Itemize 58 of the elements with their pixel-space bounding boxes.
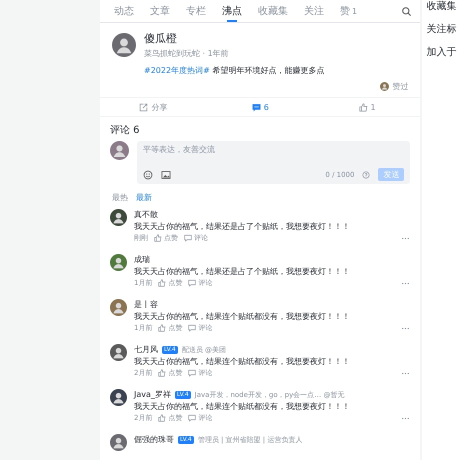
help-icon (362, 170, 370, 178)
commenter-name[interactable]: 七月风 (134, 344, 158, 355)
comment-button[interactable]: 6 (206, 98, 314, 116)
comment-text: 我天天占你的福气，结果连个贴纸都没有，我想要夜灯！！！ (134, 356, 351, 367)
avatar (110, 434, 127, 451)
avatar (110, 141, 129, 160)
avatar (110, 299, 127, 316)
comment-text: 我天天占你的福气，结果还是占了个贴纸，我想要夜灯！！！ (134, 266, 351, 277)
liked-by-label: 赞过 (392, 81, 408, 92)
author-subtitle: 菜鸟抓蛇到玩蛇 · 1年前 (144, 48, 229, 59)
tab[interactable]: 沸点 (214, 0, 250, 22)
thumbs-up-icon (154, 234, 162, 242)
comment-text: 我天天占你的福气，结果还是占了个贴纸，我想要夜灯！！！ (134, 221, 351, 232)
side-label: 收藏集 (426, 0, 458, 14)
tab[interactable]: 赞 1 (332, 0, 366, 22)
commenter-name[interactable]: 倔强的珠哥 (134, 434, 174, 445)
side-label: 加入于 (426, 46, 458, 60)
comment-icon (188, 324, 196, 332)
tab[interactable]: 收藏集 (250, 0, 296, 22)
thumbs-up-icon (158, 414, 166, 422)
share-button[interactable]: 分享 (100, 98, 207, 116)
thumbs-up-icon (158, 279, 166, 287)
tab[interactable]: 关注 (296, 0, 332, 22)
search-icon (401, 6, 412, 16)
tab[interactable]: 文章 (142, 0, 178, 22)
image-icon (161, 170, 171, 180)
comment-icon (184, 234, 192, 242)
avatar (110, 254, 127, 271)
avatar (110, 209, 127, 226)
comment-icon (188, 414, 196, 422)
author-name[interactable]: 傻瓜橙 (144, 31, 229, 46)
commenter-name[interactable]: 成瑞 (134, 254, 150, 265)
side-label: 关注标 (426, 23, 458, 37)
tab[interactable]: 动态 (106, 0, 142, 22)
tab[interactable]: 专栏 (178, 0, 214, 22)
avatar (112, 33, 136, 57)
comment-icon (188, 279, 196, 287)
commenter-name[interactable]: Java_罗祥 (134, 389, 171, 400)
share-icon (139, 102, 148, 112)
avatar (380, 82, 390, 91)
avatar (110, 389, 127, 406)
search-button[interactable] (401, 6, 412, 16)
comment-icon (252, 102, 261, 112)
emoji-icon (143, 170, 153, 180)
comment-icon (188, 369, 196, 377)
thumbs-up-icon (358, 102, 368, 112)
comment-text: 我天天占你的福气，结果连个贴纸都没有，我想要夜灯！！！ (134, 401, 351, 412)
post-content: #2022年度热词# 希望明年环境好点，能赚更多点 (144, 65, 326, 77)
comment-text: 我天天占你的福气，结果连个贴纸都没有，我想要夜灯！！！ (134, 311, 351, 322)
thumbs-up-icon (158, 324, 166, 332)
thumbs-up-icon (158, 369, 166, 377)
comments-heading: 评论 6 (109, 124, 141, 138)
avatar (110, 344, 127, 361)
like-button[interactable]: 1 (314, 98, 420, 116)
sort-tab[interactable]: 最新 (134, 192, 154, 203)
sort-tab[interactable]: 最热 (110, 192, 130, 203)
commenter-name[interactable]: 真不散 (134, 209, 158, 220)
commenter-name[interactable]: 是丨容 (134, 299, 158, 310)
